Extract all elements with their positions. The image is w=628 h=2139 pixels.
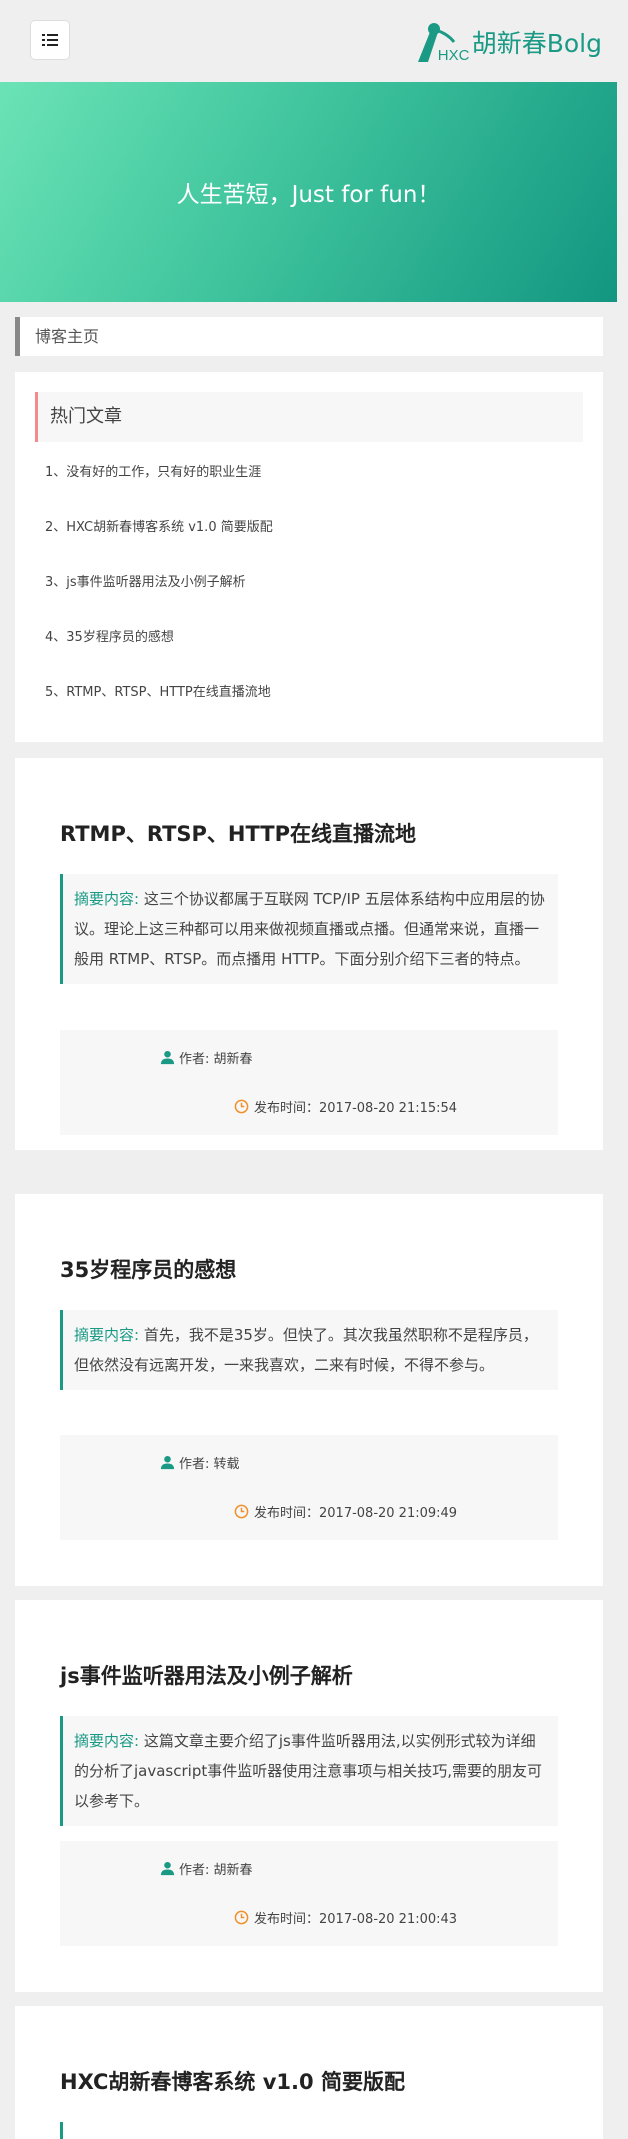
logo-mark: HXC <box>414 20 472 64</box>
summary-text: 首先，我不是35岁。但快了。其次我虽然职称不是程序员，但依然没有远离开发，一来我… <box>74 1326 538 1374</box>
hot-article-link[interactable]: 1、没有好的工作，只有好的职业生涯 <box>45 462 273 517</box>
article-summary: 摘要内容: 首先，我不是35岁。但快了。其次我虽然职称不是程序员，但依然没有远离… <box>60 1310 558 1390</box>
time-text: 发布时间：2017-08-20 21:09:49 <box>254 1506 458 1521</box>
article-meta: 作者: 转载 发布时间：2017-08-20 21:09:49 <box>60 1435 558 1540</box>
hot-article-link[interactable]: 4、35岁程序员的感想 <box>45 627 273 682</box>
article-card: js事件监听器用法及小例子解析 摘要内容: 这篇文章主要介绍了js事件监听器用法… <box>15 1600 603 1992</box>
article-title[interactable]: RTMP、RTSP、HTTP在线直播流地 <box>60 818 416 848</box>
article-title[interactable]: 35岁程序员的感想 <box>60 1254 236 1284</box>
hot-articles-list: 1、没有好的工作，只有好的职业生涯 2、HXC胡新春博客系统 v1.0 简要版配… <box>45 462 273 737</box>
top-bar: HXC 胡新春Bolg <box>0 0 628 82</box>
article-author: 作者: 转载 <box>160 1453 240 1472</box>
article-meta: 作者: 胡新春 发布时间：2017-08-20 21:00:43 <box>60 1841 558 1946</box>
clock-icon <box>234 1099 249 1114</box>
article-author: 作者: 胡新春 <box>160 1048 253 1067</box>
hot-articles-panel: 热门文章 1、没有好的工作，只有好的职业生涯 2、HXC胡新春博客系统 v1.0… <box>15 372 603 742</box>
clock-icon <box>234 1910 249 1925</box>
logo-text: 胡新春Bolg <box>471 29 602 58</box>
article-summary: 摘要内容: 这篇文章主要介绍了js事件监听器用法,以实例形式较为详细的分析了ja… <box>60 1716 558 1826</box>
summary-text: 这三个协议都属于互联网 TCP/IP 五层体系结构中应用层的协议。理论上这三种都… <box>74 890 545 968</box>
breadcrumb[interactable]: 博客主页 <box>15 317 603 356</box>
hot-article-link[interactable]: 3、js事件监听器用法及小例子解析 <box>45 572 273 627</box>
article-publish-time: 发布时间：2017-08-20 21:15:54 <box>234 1097 457 1116</box>
user-icon <box>160 1050 175 1065</box>
article-title[interactable]: js事件监听器用法及小例子解析 <box>60 1660 353 1690</box>
summary-label: 摘要内容: <box>74 1732 140 1750</box>
article-publish-time: 发布时间：2017-08-20 21:09:49 <box>234 1502 457 1521</box>
clock-icon <box>234 1504 249 1519</box>
summary-text: 这篇文章主要介绍了js事件监听器用法,以实例形式较为详细的分析了javascri… <box>74 1732 542 1810</box>
hero-banner: 人生苦短，Just for fun！ <box>0 82 617 302</box>
article-publish-time: 发布时间：2017-08-20 21:00:43 <box>234 1908 457 1927</box>
article-summary: 摘要内容: 这三个协议都属于互联网 TCP/IP 五层体系结构中应用层的协议。理… <box>60 874 558 984</box>
hot-article-link[interactable]: 5、RTMP、RTSP、HTTP在线直播流地 <box>45 682 273 737</box>
hot-articles-title: 热门文章 <box>35 392 583 442</box>
article-card: RTMP、RTSP、HTTP在线直播流地 摘要内容: 这三个协议都属于互联网 T… <box>15 758 603 1150</box>
banner-slogan: 人生苦短，Just for fun！ <box>176 182 441 208</box>
article-card: HXC胡新春博客系统 v1.0 简要版配 <box>15 2006 603 2139</box>
article-card: 35岁程序员的感想 摘要内容: 首先，我不是35岁。但快了。其次我虽然职称不是程… <box>15 1194 603 1586</box>
time-text: 发布时间：2017-08-20 21:15:54 <box>254 1101 458 1116</box>
article-author: 作者: 胡新春 <box>160 1859 253 1878</box>
author-text: 作者: 胡新春 <box>179 1863 253 1878</box>
list-icon <box>42 34 58 46</box>
user-icon <box>160 1861 175 1876</box>
summary-label: 摘要内容: <box>74 1326 140 1344</box>
summary-border <box>60 2122 63 2139</box>
time-text: 发布时间：2017-08-20 21:00:43 <box>254 1912 458 1927</box>
menu-toggle-button[interactable] <box>30 20 70 60</box>
author-text: 作者: 转载 <box>179 1457 240 1472</box>
logo-hxc-text: HXC <box>437 47 470 64</box>
user-icon <box>160 1455 175 1470</box>
site-logo[interactable]: HXC 胡新春Bolg <box>414 20 602 64</box>
summary-label: 摘要内容: <box>74 890 140 908</box>
article-meta: 作者: 胡新春 发布时间：2017-08-20 21:15:54 <box>60 1030 558 1135</box>
hot-article-link[interactable]: 2、HXC胡新春博客系统 v1.0 简要版配 <box>45 517 273 572</box>
author-text: 作者: 胡新春 <box>179 1052 253 1067</box>
article-title[interactable]: HXC胡新春博客系统 v1.0 简要版配 <box>60 2066 405 2096</box>
